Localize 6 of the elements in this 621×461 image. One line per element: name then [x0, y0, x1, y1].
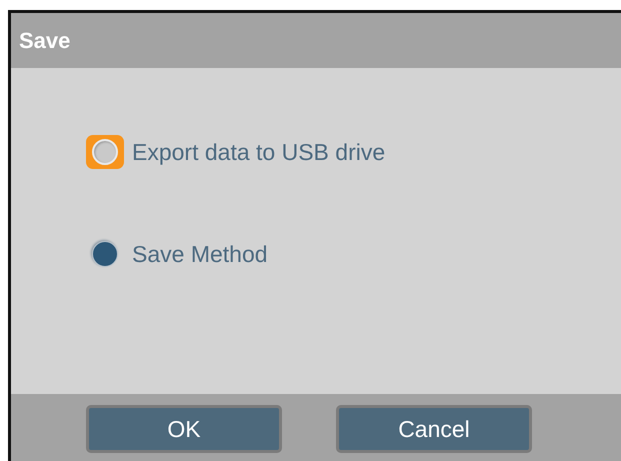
radio-button[interactable]	[92, 241, 118, 267]
dialog-title: Save	[11, 13, 621, 68]
option-label[interactable]: Export data to USB drive	[132, 138, 386, 166]
option-label[interactable]: Save Method	[132, 240, 268, 268]
ok-button[interactable]: OK	[86, 405, 282, 453]
cancel-button[interactable]: Cancel	[336, 405, 532, 453]
